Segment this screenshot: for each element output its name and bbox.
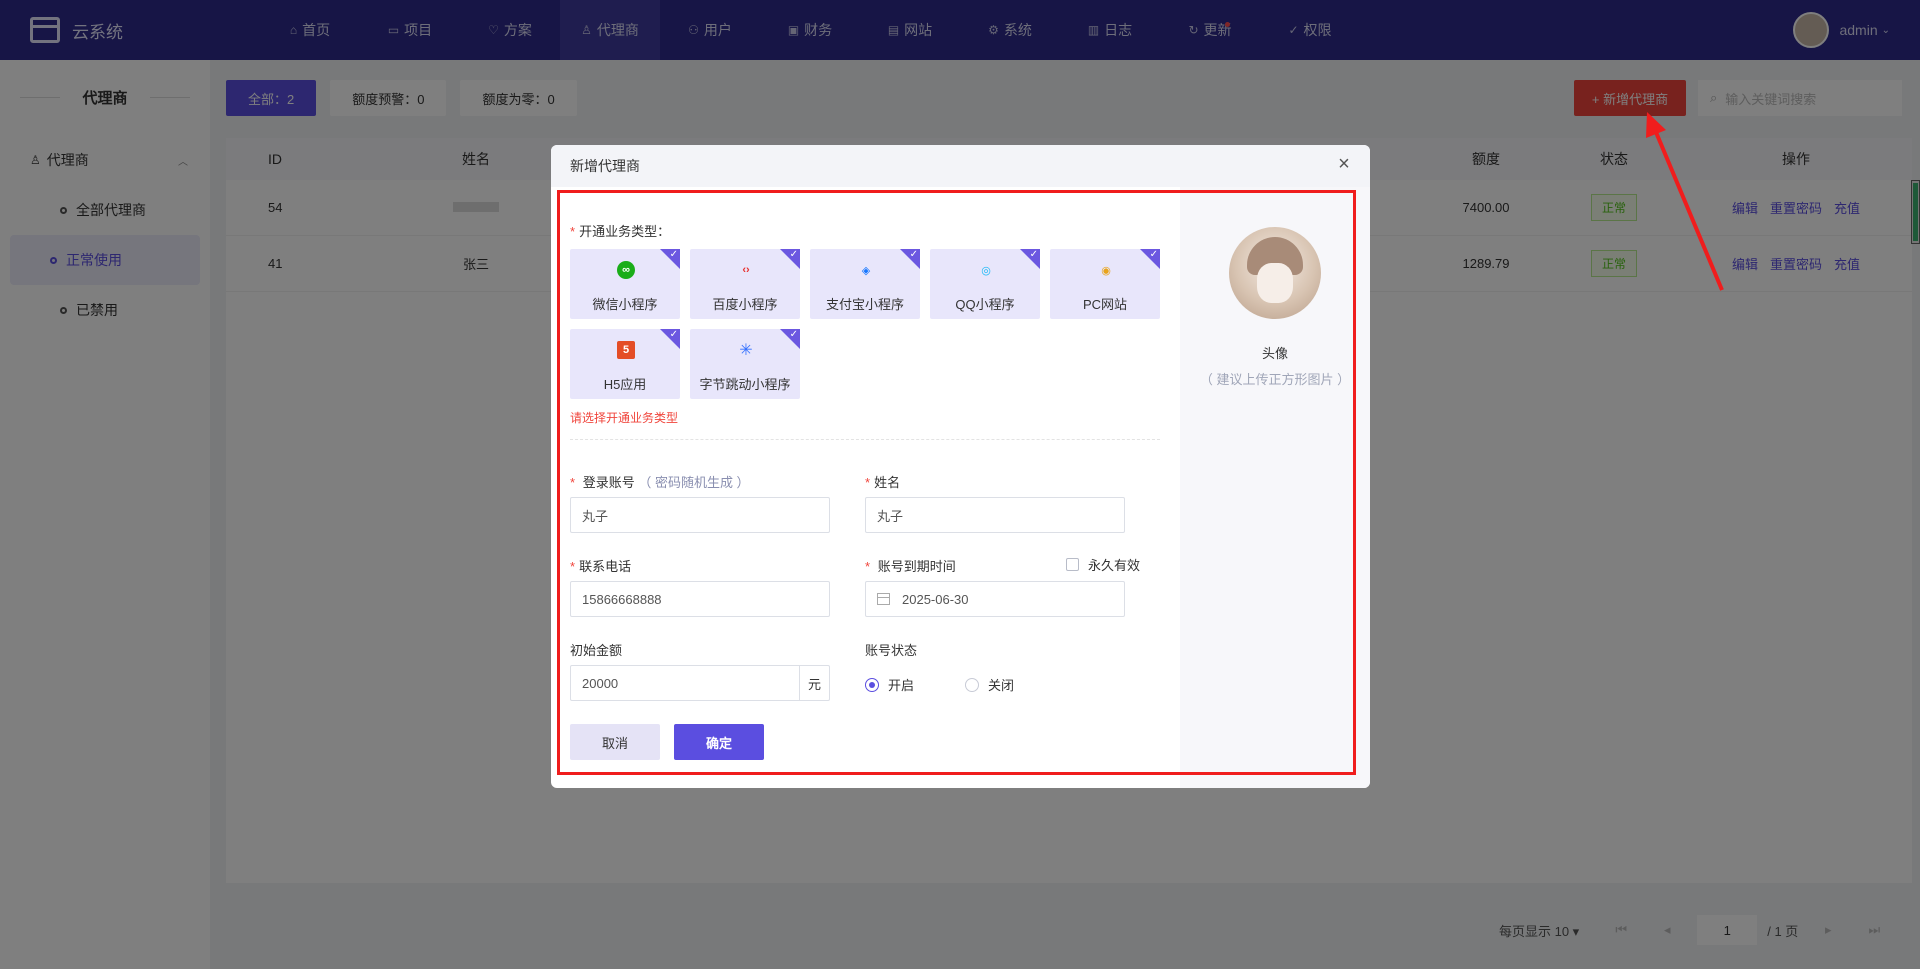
- modal-header: 新增代理商 ×: [551, 145, 1370, 187]
- modal-title: 新增代理商: [570, 158, 640, 174]
- annotation-highlight-box: [557, 190, 1356, 775]
- close-icon[interactable]: ×: [1334, 154, 1354, 175]
